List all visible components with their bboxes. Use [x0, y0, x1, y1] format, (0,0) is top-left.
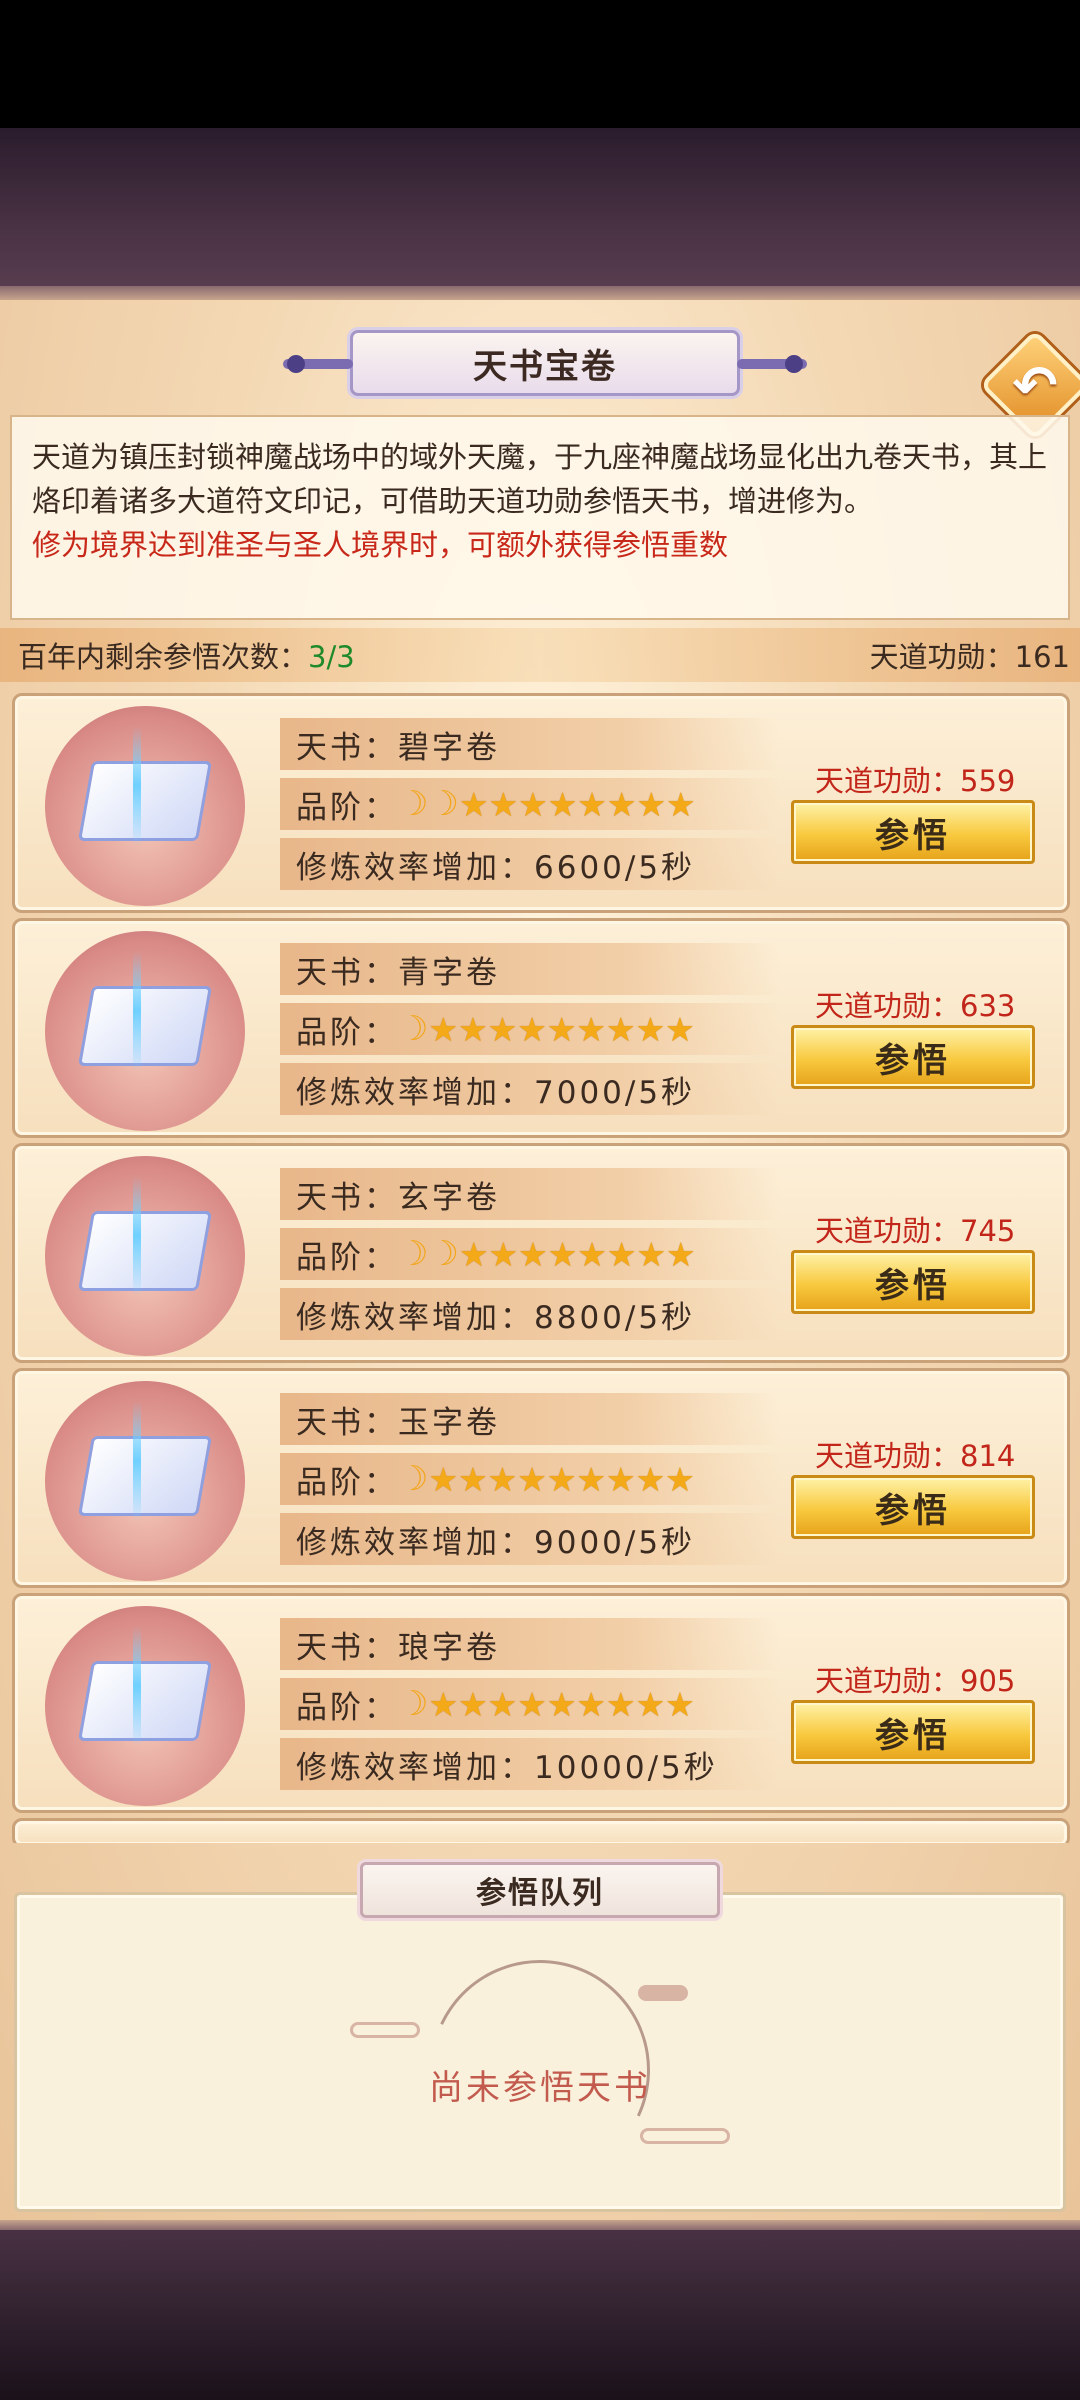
merit-total: 天道功勋：161 [870, 634, 1070, 676]
moon-icon: ☽ [398, 1684, 429, 1724]
queue-empty-text: 尚未参悟天书 [429, 2068, 651, 2108]
book-efficiency: 修炼效率增加：9000/5秒 [280, 1513, 780, 1565]
moon-icon: ☽☽ [398, 1234, 459, 1274]
book-card: 天书：玄字卷 品阶： ☽☽ ★★★★★★★★ 修炼效率增加：8800/5秒 天道功勋… [12, 1143, 1070, 1363]
book-grade: 品阶： ☽☽ ★★★★★★★★ [280, 1228, 780, 1280]
moon-icon: ☽ [398, 1459, 429, 1499]
queue-title: 参悟队列 [360, 1862, 720, 1918]
star-icon: ★★★★★★★★★ [428, 1684, 695, 1724]
tianshu-scroll-icon [45, 931, 245, 1131]
moon-icon: ☽☽ [398, 784, 459, 824]
book-grade: 品阶： ☽ ★★★★★★★★★ [280, 1678, 780, 1730]
merit-value: 161 [1014, 640, 1070, 674]
book-efficiency: 修炼效率增加：6600/5秒 [280, 838, 780, 890]
header-decoration [0, 128, 1080, 300]
tianshu-scroll-icon [45, 706, 245, 906]
star-icon: ★★★★★★★★ [458, 784, 696, 824]
grade-label: 品阶： [296, 1014, 398, 1051]
page-title: 天书宝卷 [473, 346, 617, 387]
footer-decoration [0, 2220, 1080, 2400]
book-efficiency: 修炼效率增加：8800/5秒 [280, 1288, 780, 1340]
comprehend-button[interactable]: 参悟 [791, 1025, 1035, 1089]
book-card: 天书：青字卷 品阶： ☽ ★★★★★★★★★ 修炼效率增加：7000/5秒 天道功勋… [12, 918, 1070, 1138]
book-grade: 品阶： ☽ ★★★★★★★★★ [280, 1453, 780, 1505]
scroll-ornament-right [737, 355, 807, 373]
book-card: 天书：琅字卷 品阶： ☽ ★★★★★★★★★ 修炼效率增加：10000/5秒 天道功… [12, 1593, 1070, 1813]
book-cost: 天道功勋：905 [815, 1664, 1016, 1698]
comprehend-button[interactable]: 参悟 [791, 1700, 1035, 1764]
book-cost: 天道功勋：559 [815, 764, 1016, 798]
grade-label: 品阶： [296, 1464, 398, 1501]
moon-icon: ☽ [398, 1009, 429, 1049]
scroll-ornament-left [283, 355, 353, 373]
book-cost: 天道功勋：633 [815, 989, 1016, 1023]
remaining-value: 3/3 [308, 640, 355, 674]
book-efficiency: 修炼效率增加：10000/5秒 [280, 1738, 780, 1790]
description-text: 天道为镇压封锁神魔战场中的域外天魔，于九座神魔战场显化出九卷天书，其上烙印着诸多… [32, 440, 1048, 518]
description-box: 天道为镇压封锁神魔战场中的域外天魔，于九座神魔战场显化出九卷天书，其上烙印着诸多… [10, 415, 1070, 620]
star-icon: ★★★★★★★★★ [428, 1459, 695, 1499]
book-cost: 天道功勋：745 [815, 1214, 1016, 1248]
book-name: 天书：玉字卷 [280, 1393, 780, 1445]
tianshu-scroll-icon [45, 1381, 245, 1581]
comprehend-button[interactable]: 参悟 [791, 1250, 1035, 1314]
comprehend-button[interactable]: 参悟 [791, 800, 1035, 864]
book-grade: 品阶： ☽☽ ★★★★★★★★ [280, 778, 780, 830]
book-name: 天书：碧字卷 [280, 718, 780, 770]
book-grade: 品阶： ☽ ★★★★★★★★★ [280, 1003, 780, 1055]
book-efficiency: 修炼效率增加：7000/5秒 [280, 1063, 780, 1115]
remaining-label: 百年内剩余参悟次数： [18, 640, 309, 674]
grade-label: 品阶： [296, 1689, 398, 1726]
description-highlight: 修为境界达到准圣与圣人境界时，可额外获得参悟重数 [32, 528, 729, 562]
star-icon: ★★★★★★★★★ [428, 1009, 695, 1049]
status-area [0, 0, 1080, 128]
star-icon: ★★★★★★★★ [458, 1234, 696, 1274]
tianshu-scroll-icon [45, 1606, 245, 1806]
book-card: 天书：碧字卷 品阶： ☽☽ ★★★★★★★★ 修炼效率增加：6600/5秒 天道功勋… [12, 693, 1070, 913]
book-name: 天书：琅字卷 [280, 1618, 780, 1670]
grade-label: 品阶： [296, 789, 398, 826]
book-cost: 天道功勋：814 [815, 1439, 1016, 1473]
book-name: 天书：青字卷 [280, 943, 780, 995]
comprehend-button[interactable]: 参悟 [791, 1475, 1035, 1539]
cloud-decoration-icon [638, 1985, 688, 2001]
merit-label: 天道功勋： [869, 640, 1015, 674]
back-arrow-icon: ↶ [1012, 353, 1058, 417]
cloud-decoration-icon [640, 2128, 730, 2144]
book-card-partial [12, 1818, 1070, 1843]
title-banner: 天书宝卷 [283, 330, 807, 396]
book-name: 天书：玄字卷 [280, 1168, 780, 1220]
tianshu-scroll-icon [45, 1156, 245, 1356]
remaining-count: 百年内剩余参悟次数：3/3 [18, 634, 355, 676]
cloud-decoration-icon [350, 2022, 420, 2038]
book-list[interactable]: 天书：碧字卷 品阶： ☽☽ ★★★★★★★★ 修炼效率增加：6600/5秒 天道功勋… [12, 693, 1070, 1843]
book-card: 天书：玉字卷 品阶： ☽ ★★★★★★★★★ 修炼效率增加：9000/5秒 天道功勋… [12, 1368, 1070, 1588]
stats-bar: 百年内剩余参悟次数：3/3 天道功勋：161 [0, 628, 1080, 682]
grade-label: 品阶： [296, 1239, 398, 1276]
